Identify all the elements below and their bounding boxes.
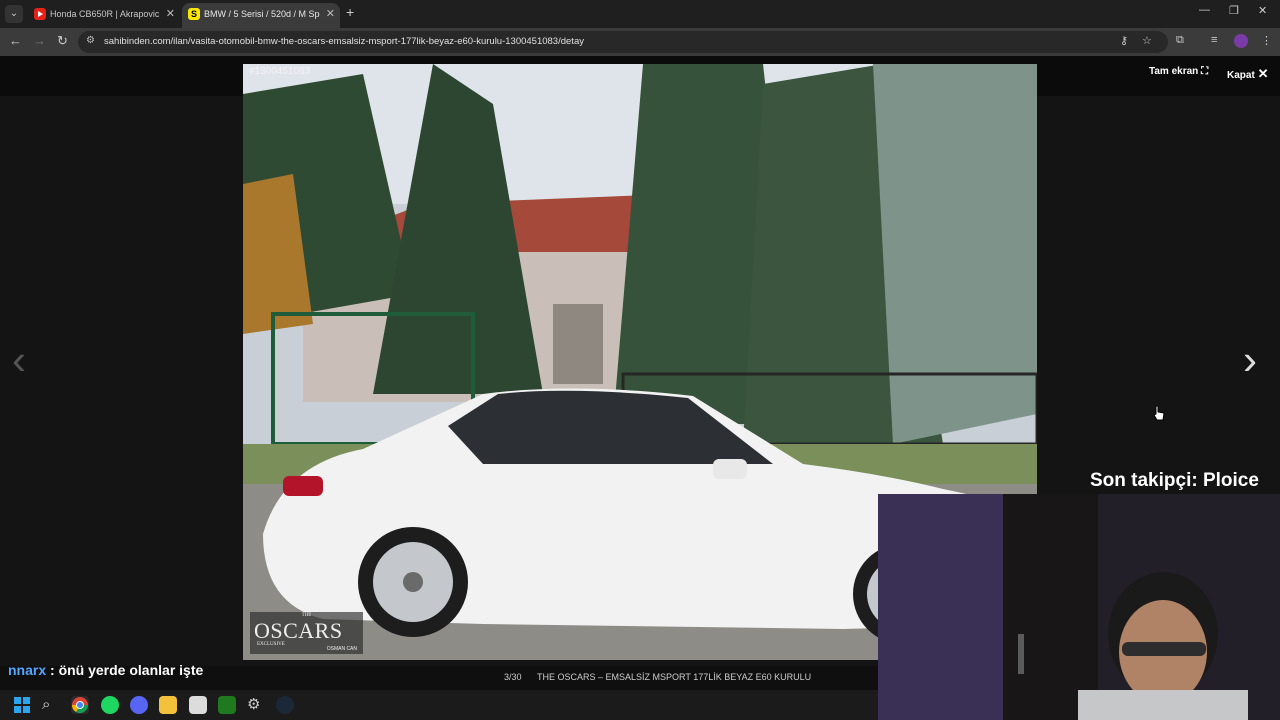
password-key-icon[interactable]: ⚷ — [1120, 34, 1128, 47]
chrome-icon[interactable] — [71, 696, 89, 714]
window-close-icon[interactable]: ✕ — [1258, 4, 1267, 17]
logo-subtitle: EXCLUSIVE — [257, 642, 285, 647]
close-label: Kapat — [1227, 70, 1255, 81]
close-tab-icon[interactable]: ✕ — [166, 3, 175, 25]
youtube-icon — [34, 8, 46, 20]
browser-toolbar: ← → ↻ ⚙ sahibinden.com/ilan/vasita-otomo… — [0, 28, 1280, 56]
fullscreen-label: Tam ekran — [1149, 66, 1199, 77]
browser-menu-icon[interactable]: ⋮ — [1261, 34, 1272, 47]
tab-bmw[interactable]: S BMW / 5 Serisi / 520d / M Sport ✕ — [182, 3, 340, 28]
steam-icon[interactable] — [276, 696, 294, 714]
close-tab-icon[interactable]: ✕ — [326, 3, 335, 25]
windows-start-icon[interactable] — [13, 696, 31, 714]
settings-icon[interactable]: ⚙ — [247, 696, 265, 714]
bookmark-star-icon[interactable]: ☆ — [1142, 34, 1152, 47]
site-info-icon[interactable]: ⚙ — [86, 35, 95, 46]
new-tab-button[interactable]: + — [346, 4, 354, 20]
listing-id-watermark: #1300451083 — [249, 66, 311, 77]
next-photo-arrow[interactable]: › — [1243, 339, 1257, 381]
reload-icon[interactable]: ↻ — [57, 33, 68, 49]
tab-strip: ⌄ Honda CB650R | Akrapovic Pure ✕ S BMW … — [0, 0, 1280, 28]
streamer-webcam-image — [878, 494, 1280, 720]
logo-name: OSMAN CAN — [326, 646, 357, 652]
tab-title: Honda CB650R | Akrapovic Pure — [50, 9, 160, 19]
chat-username: nnarx — [8, 662, 47, 678]
minimize-icon[interactable]: — — [1199, 4, 1210, 16]
fullscreen-button[interactable]: Tam ekran ⛶ — [1149, 66, 1208, 77]
photo-counter: 3/30 — [504, 672, 522, 682]
forward-icon[interactable]: → — [33, 33, 46, 48]
close-gallery-button[interactable]: Kapat ✕ — [1227, 66, 1268, 82]
search-icon[interactable]: ⌕ — [42, 696, 60, 714]
close-icon: ✕ — [1257, 66, 1269, 81]
store-icon[interactable] — [189, 696, 207, 714]
fullscreen-icon: ⛶ — [1201, 66, 1209, 77]
windows-taskbar: ⌕ ⚙ — [0, 690, 878, 720]
photo-caption: THE OSCARS – EMSALSİZ MSPORT 177LİK BEYA… — [537, 672, 812, 682]
sahibinden-icon: S — [188, 8, 200, 20]
xbox-icon[interactable] — [218, 696, 236, 714]
chat-text: : önü yerde olanlar işte — [46, 662, 204, 678]
back-icon[interactable]: ← — [9, 33, 22, 48]
webcam-overlay — [878, 494, 1280, 720]
previous-photo-arrow[interactable]: ‹ — [12, 339, 26, 381]
profile-avatar[interactable] — [1234, 34, 1248, 48]
logo-title: OSCARS — [254, 618, 343, 643]
spotify-icon[interactable] — [101, 696, 119, 714]
file-explorer-icon[interactable] — [159, 696, 177, 714]
chat-message: nnarx : önü yerde olanlar işte — [8, 662, 203, 678]
oscars-logo: THE OSCARS EXCLUSIVE OSMAN CAN — [250, 612, 363, 654]
tab-honda[interactable]: Honda CB650R | Akrapovic Pure ✕ — [28, 3, 180, 28]
discord-icon[interactable] — [130, 696, 148, 714]
media-control-icon[interactable]: ≡ — [1211, 34, 1217, 46]
tab-search-button[interactable]: ⌄ — [5, 5, 23, 23]
last-follower-overlay: Son takipçi: Ploice — [1090, 470, 1259, 491]
tab-title: BMW / 5 Serisi / 520d / M Sport — [204, 9, 320, 19]
extensions-icon[interactable]: ⧉ — [1176, 34, 1184, 47]
hand-cursor-icon — [1153, 405, 1165, 426]
maximize-icon[interactable]: ❐ — [1229, 4, 1239, 17]
url-text[interactable]: sahibinden.com/ilan/vasita-otomobil-bmw-… — [104, 31, 584, 53]
address-bar[interactable]: ⚙ sahibinden.com/ilan/vasita-otomobil-bm… — [78, 31, 1168, 53]
